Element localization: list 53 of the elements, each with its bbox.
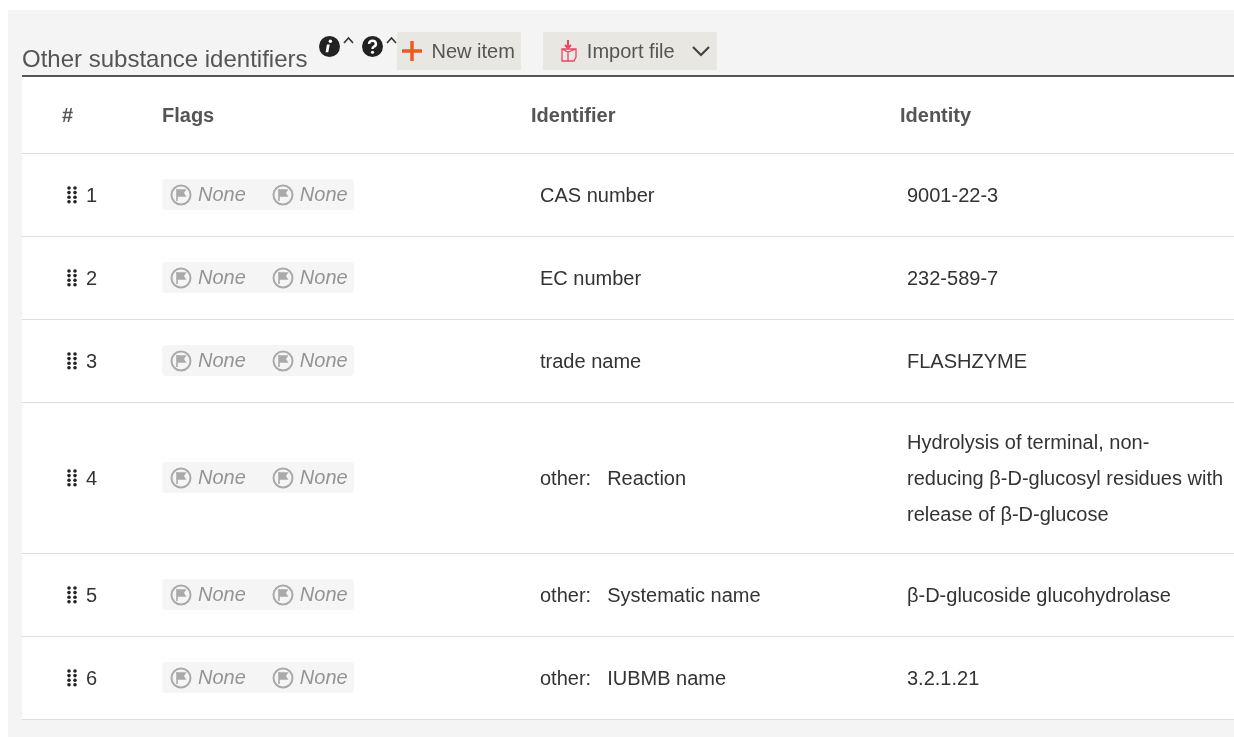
section-title: Other substance identifiers (22, 44, 308, 74)
flag-icon (170, 266, 192, 289)
chevron-down-icon (690, 45, 711, 57)
import-file-button[interactable]: Import file (542, 32, 717, 70)
identity-value: β-D-glucoside glucohydrolase (907, 584, 1171, 606)
drag-handle-icon[interactable] (66, 351, 78, 371)
flag-icon (271, 266, 294, 289)
column-header: # (62, 103, 74, 126)
identity-value: Hydrolysis of terminal, non-reducing β-D-glucosyl residues with release of β-D-glucose (907, 431, 1224, 525)
identifier-name: CAS number (540, 183, 655, 207)
identifier-name: IUBMB name (607, 666, 727, 690)
identifier-qualifier: other: (540, 583, 592, 607)
flag-icon (170, 183, 192, 206)
identifier-qualifier: other: (540, 666, 592, 690)
flag-icon (271, 583, 294, 606)
flag-icon (271, 183, 294, 206)
identity-value: 3.2.1.21 (907, 667, 980, 689)
row-number: 1 (86, 183, 98, 207)
identifier-name: Reaction (607, 466, 687, 490)
identity-value: 9001-22-3 (907, 184, 999, 206)
row-number: 2 (86, 266, 98, 290)
flag-icon (170, 466, 192, 489)
drag-handle-icon[interactable] (66, 268, 78, 288)
identifier-name: Systematic name (607, 583, 761, 607)
new-item-button[interactable]: New item (397, 32, 521, 70)
chevron-up-icon[interactable] (343, 36, 355, 44)
row-number: 6 (86, 666, 98, 690)
identity-value: 232-589-7 (907, 267, 999, 289)
flag-icon (271, 666, 294, 689)
help-icon[interactable] (362, 36, 384, 57)
flag-icon (170, 583, 192, 606)
chevron-up-icon[interactable] (386, 36, 398, 44)
info-icon[interactable] (319, 36, 341, 57)
column-header: Identity (900, 103, 972, 126)
import-box-icon (558, 39, 579, 63)
flag-icon (271, 349, 294, 372)
row-number: 3 (86, 349, 98, 373)
row-number: 5 (86, 583, 98, 607)
flag-icon (271, 466, 294, 489)
identifier-name: trade name (540, 349, 642, 373)
flag-icon (170, 349, 192, 372)
drag-handle-icon[interactable] (66, 668, 78, 688)
drag-handle-icon[interactable] (66, 185, 78, 205)
drag-handle-icon[interactable] (66, 468, 78, 488)
column-header: Identifier (531, 103, 616, 126)
row-number: 4 (86, 466, 98, 490)
identifier-qualifier: other: (540, 466, 592, 490)
flag-icon (170, 666, 192, 689)
drag-handle-icon[interactable] (66, 585, 78, 605)
identifier-name: EC number (540, 266, 642, 290)
plus-icon (401, 40, 424, 62)
column-header: Flags (162, 103, 215, 126)
identity-value: FLASHZYME (907, 350, 1028, 372)
